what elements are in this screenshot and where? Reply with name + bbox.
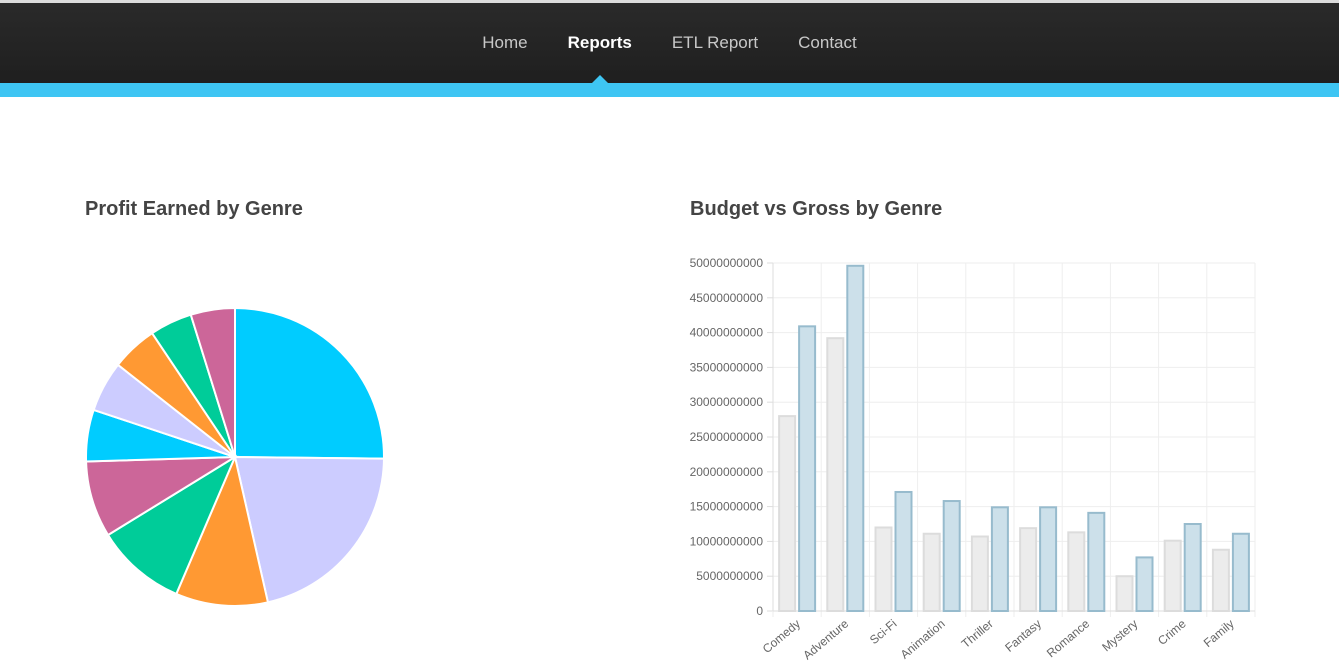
bar-chart-title: Budget vs Gross by Genre	[690, 198, 943, 220]
bar-series-2[interactable]	[1183, 523, 1202, 612]
y-tick-label: 50000000000	[690, 256, 764, 270]
bar-series-1[interactable]	[1019, 527, 1038, 612]
x-tick-label: Adventure	[800, 616, 851, 661]
bar-series-1[interactable]	[922, 532, 941, 612]
bar-series-1[interactable]	[1211, 548, 1230, 613]
x-tick-label: Fantasy	[1002, 617, 1044, 655]
navbar: Home Reports ETL Report Contact	[0, 3, 1339, 83]
y-tick-label: 0	[756, 604, 763, 618]
bar-series-2[interactable]	[942, 500, 961, 612]
y-tick-label: 45000000000	[690, 291, 764, 305]
pie-slice[interactable]	[234, 306, 385, 460]
y-tick-label: 25000000000	[690, 430, 764, 444]
x-tick-label: Sci-Fi	[867, 617, 899, 647]
bar-series-2[interactable]	[1135, 556, 1154, 612]
bar-series-1[interactable]	[874, 526, 893, 613]
bar-series-2[interactable]	[846, 264, 865, 613]
y-tick-label: 35000000000	[690, 360, 764, 374]
y-tick-label: 15000000000	[690, 500, 764, 514]
bar-series-1[interactable]	[1115, 575, 1134, 613]
bar-series-2[interactable]	[990, 506, 1009, 612]
y-tick-label: 5000000000	[696, 569, 763, 583]
bar-series-1[interactable]	[1067, 531, 1086, 612]
bar-series-2[interactable]	[1231, 532, 1250, 612]
nav-contact[interactable]: Contact	[778, 3, 877, 83]
y-tick-label: 30000000000	[690, 395, 764, 409]
y-tick-label: 10000000000	[690, 534, 764, 548]
bar-series-1[interactable]	[778, 415, 797, 612]
x-tick-label: Comedy	[760, 617, 803, 656]
profit-pie-chart	[85, 306, 386, 607]
nav-reports[interactable]: Reports	[548, 3, 652, 83]
x-tick-label: Romance	[1044, 616, 1093, 660]
x-tick-label: Mystery	[1099, 617, 1140, 655]
bar-series-2[interactable]	[798, 325, 817, 612]
bar-series-2[interactable]	[1039, 506, 1058, 612]
bar-series-1[interactable]	[826, 337, 845, 612]
x-tick-label: Family	[1201, 617, 1237, 650]
y-tick-label: 20000000000	[690, 465, 764, 479]
bar-series-1[interactable]	[1163, 539, 1182, 613]
bar-series-2[interactable]	[894, 490, 913, 612]
x-tick-label: Thriller	[959, 617, 996, 651]
bar-series-1[interactable]	[970, 535, 989, 613]
pie-chart-title: Profit Earned by Genre	[85, 198, 303, 220]
budget-gross-bar-chart: 0 5000000000 10000000000 15000000000 2000000…	[690, 256, 1256, 661]
x-tick-label: Crime	[1155, 616, 1189, 648]
bar-series-2[interactable]	[1087, 511, 1106, 613]
nav-etl-report[interactable]: ETL Report	[652, 3, 778, 83]
x-tick-label: Animation	[898, 617, 948, 661]
y-tick-label: 40000000000	[690, 326, 764, 340]
main-nav: Home Reports ETL Report Contact	[0, 3, 1339, 83]
nav-home[interactable]: Home	[462, 3, 547, 83]
accent-bar	[0, 83, 1339, 97]
